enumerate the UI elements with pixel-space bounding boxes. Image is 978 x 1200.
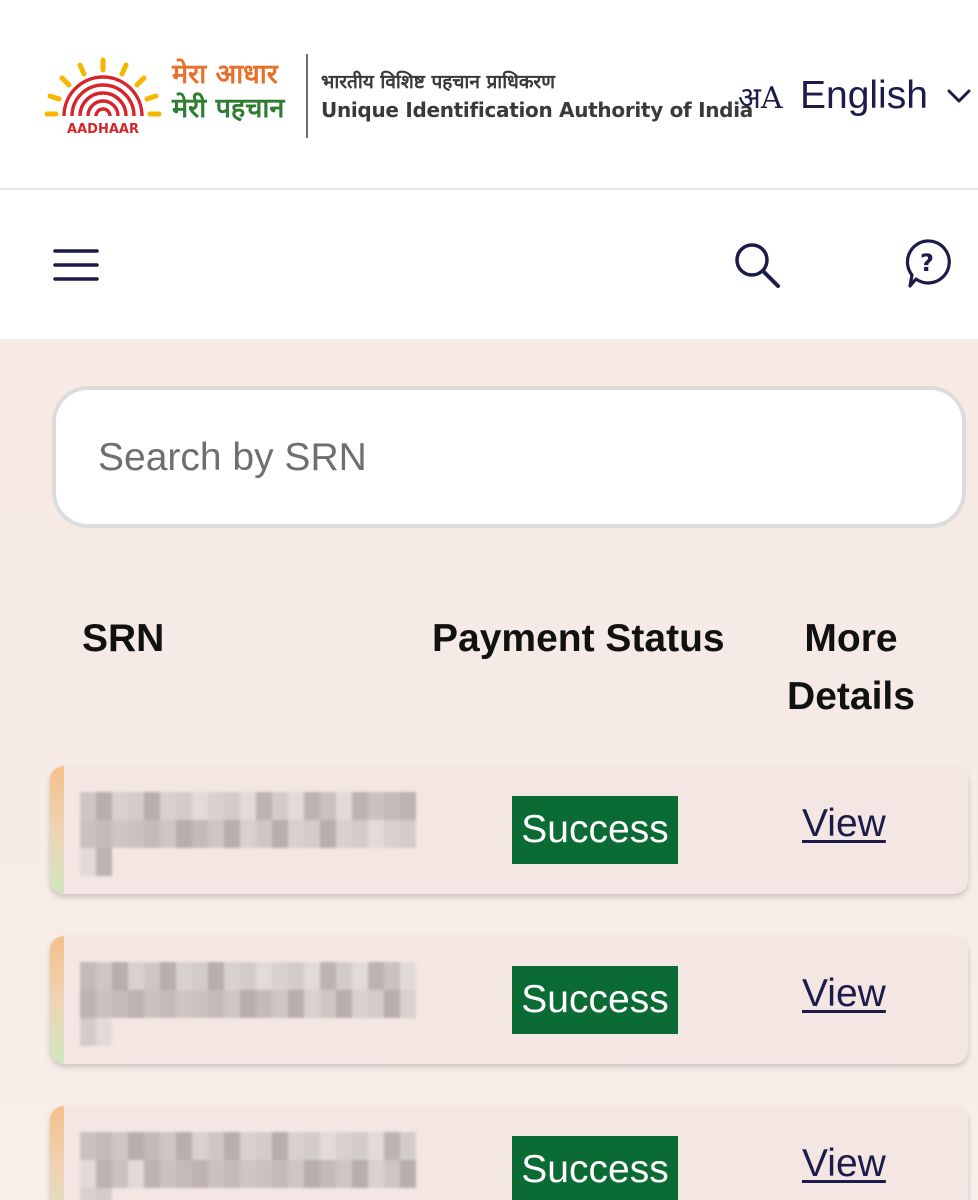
table-row: Success View <box>50 936 968 1064</box>
language-icon: अA <box>738 80 783 116</box>
search-box[interactable] <box>52 386 966 528</box>
logo-divider <box>306 54 308 138</box>
nav-bar: ? <box>0 190 978 340</box>
view-details-link[interactable]: View <box>802 802 886 846</box>
view-details-link[interactable]: View <box>802 972 886 1016</box>
view-details-link[interactable]: View <box>802 1142 886 1186</box>
srn-value-redacted <box>80 962 426 1046</box>
tagline-line-1: मेरा आधार <box>172 59 278 90</box>
help-icon[interactable]: ? <box>902 238 952 290</box>
logo-tagline: मेरा आधार मेरी पहचान <box>172 58 284 126</box>
srn-search-input[interactable] <box>98 430 898 486</box>
row-accent <box>50 936 64 1064</box>
org-name: भारतीय विशिष्ट पहचान प्राधिकरण Unique Id… <box>321 68 753 124</box>
logo-text: AADHAAR <box>67 122 139 136</box>
column-header-srn: SRN <box>82 617 165 660</box>
language-selector[interactable]: अA English <box>738 70 928 122</box>
site-header: AADHAAR मेरा आधार मेरी पहचान भारतीय विशि… <box>0 0 978 190</box>
row-accent <box>50 766 64 894</box>
srn-status-page: SRN Payment Status More Details Success … <box>0 340 978 1200</box>
status-badge: Success <box>512 1136 678 1200</box>
search-icon[interactable] <box>732 240 782 290</box>
org-name-hindi: भारतीय विशिष्ट पहचान प्राधिकरण <box>321 71 555 93</box>
srn-value-redacted <box>80 792 426 876</box>
column-header-payment-status: Payment Status <box>432 617 725 660</box>
menu-icon[interactable] <box>52 245 100 285</box>
svg-text:?: ? <box>920 249 934 277</box>
column-header-more-details: More Details <box>787 617 915 718</box>
status-badge: Success <box>512 796 678 864</box>
table-row: Success View <box>50 1106 968 1200</box>
status-badge: Success <box>512 966 678 1034</box>
tagline-line-2: मेरी पहचान <box>172 93 285 124</box>
org-name-english: Unique Identification Authority of India <box>321 98 753 122</box>
language-selected-label: English <box>800 74 928 117</box>
srn-value-redacted <box>80 1132 426 1200</box>
chevron-down-icon[interactable] <box>946 84 972 108</box>
table-row: Success View <box>50 766 968 894</box>
aadhaar-logo[interactable]: AADHAAR <box>42 56 164 136</box>
row-accent <box>50 1106 64 1200</box>
